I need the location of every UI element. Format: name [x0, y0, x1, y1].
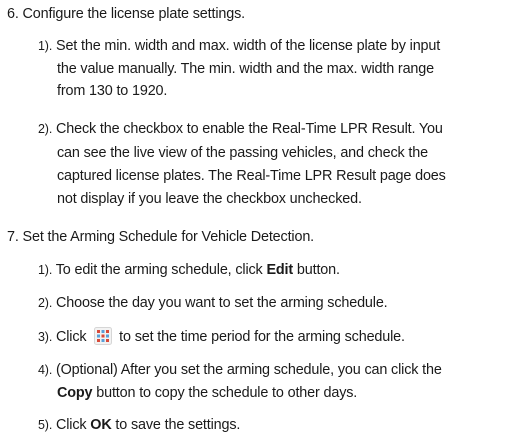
substep-number: 4).	[38, 363, 53, 377]
substep-number: 3).	[38, 330, 53, 344]
step-7-substep-5: 5). Click OK to save the settings.	[38, 416, 240, 434]
step-6-substep-1-line-3: from 130 to 1920.	[57, 83, 168, 99]
substep-text-post: button to copy the schedule to other day…	[92, 385, 358, 401]
step-6-title: 6. Configure the license plate settings.	[7, 6, 245, 22]
substep-text: Set the min. width and max. width of the…	[56, 38, 441, 54]
substep-text-post: button.	[293, 262, 340, 278]
step-7-substep-4-line-2: Copy button to copy the schedule to othe…	[57, 384, 357, 402]
step-7-title: 7. Set the Arming Schedule for Vehicle D…	[7, 229, 315, 245]
ok-button-label: OK	[90, 417, 112, 433]
step-7-substep-2: 2). Choose the day you want to set the a…	[38, 294, 388, 312]
substep-text-pre: To edit the arming schedule, click	[55, 262, 267, 278]
step-7-substep-3: 3). Click to set the time period for the…	[38, 327, 405, 346]
step-6-substep-2-line-4: not display if you leave the checkbox un…	[57, 191, 362, 207]
substep-text: Check the checkbox to enable the Real-Ti…	[56, 121, 443, 137]
substep-text: (Optional) After you set the arming sche…	[56, 362, 442, 378]
edit-button-label: Edit	[266, 262, 294, 278]
substep-number: 5).	[38, 418, 53, 432]
substep-number: 2).	[38, 296, 53, 310]
substep-number: 1).	[38, 39, 53, 53]
step-6-substep-1: 1). Set the min. width and max. width of…	[38, 37, 440, 55]
document-page: 6. Configure the license plate settings.…	[0, 0, 527, 438]
substep-text-post: to save the settings.	[111, 417, 241, 433]
substep-number: 2).	[38, 122, 53, 136]
step-6-substep-2-line-3: captured license plates. The Real-Time L…	[57, 168, 446, 184]
substep-text: Choose the day you want to set the armin…	[56, 295, 388, 311]
step-6-substep-2: 2). Check the checkbox to enable the Rea…	[38, 120, 443, 138]
substep-text-post: to set the time period for the arming sc…	[119, 329, 405, 345]
step-6-substep-1-line-2: the value manually. The min. width and t…	[57, 61, 434, 77]
substep-text-pre: Click	[56, 417, 91, 433]
step-7-substep-1: 1). To edit the arming schedule, click E…	[38, 261, 340, 279]
time-period-icon	[94, 327, 113, 345]
copy-button-label: Copy	[57, 385, 93, 401]
substep-number: 1).	[38, 263, 53, 277]
step-6-substep-2-line-2: can see the live view of the passing veh…	[57, 145, 428, 161]
step-7-substep-4: 4). (Optional) After you set the arming …	[38, 361, 442, 379]
substep-text-pre: Click	[56, 329, 87, 345]
